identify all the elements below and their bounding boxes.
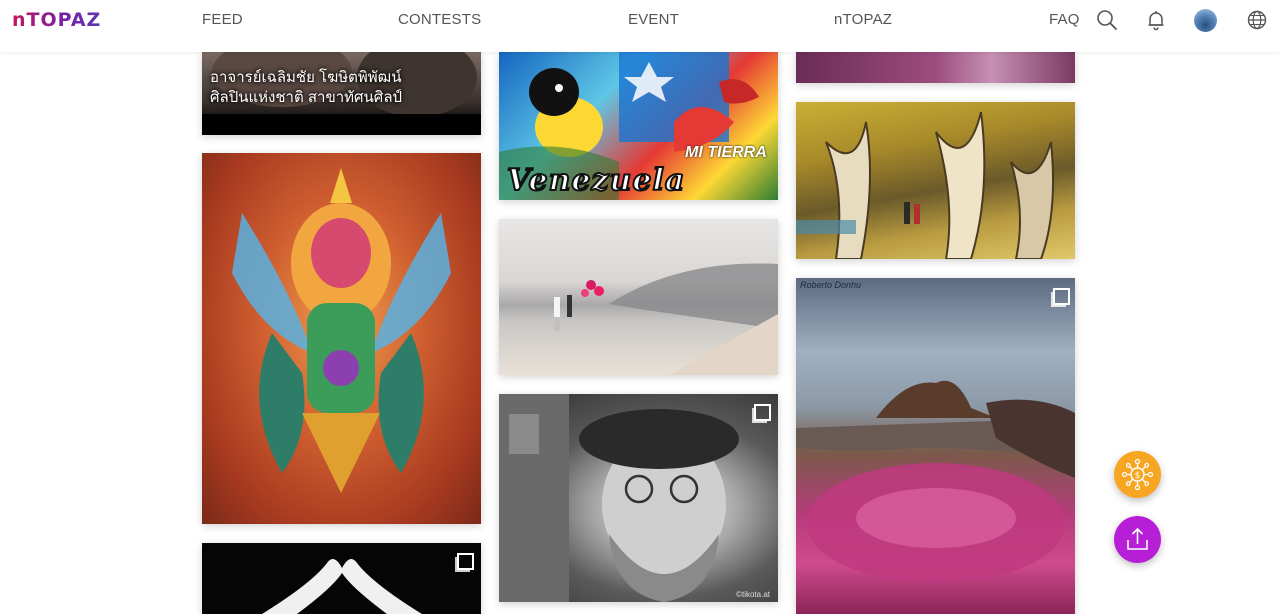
- trees-painting-image: [796, 111, 1055, 259]
- garuda-image: [232, 168, 451, 493]
- venezuela-text: Venezuela: [506, 162, 686, 199]
- bw-portrait-image: [499, 394, 739, 602]
- svg-text:$: $: [1135, 471, 1141, 481]
- feed-card-beach-couple[interactable]: [499, 219, 778, 375]
- nav-faq[interactable]: FAQ: [1049, 11, 1080, 28]
- upload-button[interactable]: [1114, 516, 1161, 563]
- nav-contests[interactable]: CONTESTS: [398, 11, 481, 28]
- multiple-images-icon: [754, 404, 771, 421]
- feed-card-purple-art[interactable]: [796, 52, 1075, 83]
- upload-icon: [1127, 528, 1148, 550]
- top-navigation-bar: nTOPAZ FEED CONTESTS EVENT nTOPAZ FAQ: [0, 0, 1280, 52]
- nav-ntopaz[interactable]: nTOPAZ: [834, 11, 892, 28]
- bell-icon[interactable]: [1144, 8, 1168, 32]
- globe-icon[interactable]: [1245, 8, 1269, 32]
- ntopaz-logo[interactable]: nTOPAZ: [12, 9, 101, 31]
- feed-card-trees-painting[interactable]: [796, 102, 1075, 259]
- feed-card-garuda-painting[interactable]: [202, 153, 481, 524]
- network-dollar-icon: $: [1121, 458, 1154, 491]
- multiple-images-icon: [457, 553, 474, 570]
- photo-credit: ©tikota.at: [736, 590, 770, 599]
- nav-feed[interactable]: FEED: [202, 11, 243, 28]
- sell-network-button[interactable]: $: [1114, 451, 1161, 498]
- hands-heart-image: [262, 559, 422, 614]
- caption-line-2: ศิลปินแห่งชาติ สาขาทัศนศิลป์: [210, 89, 403, 106]
- caption-line-1: อาจารย์เฉลิมชัย โฆษิตพิพัฒน์: [210, 69, 402, 86]
- feed-card-hands-heart[interactable]: [202, 543, 481, 614]
- feed-card-venezuela[interactable]: MI TIERRA Venezuela: [499, 52, 778, 200]
- beach-couple-image: [554, 263, 778, 375]
- feed-card-portrait-thai-artist[interactable]: อาจารย์เฉลิมชัย โฆษิตพิพัฒน์ ศิลปินแห่งช…: [202, 52, 481, 135]
- nav-event[interactable]: EVENT: [628, 11, 679, 28]
- feed-card-rocky-coast[interactable]: Roberto Donhu: [796, 278, 1075, 614]
- feed-card-bw-portrait[interactable]: ©tikota.at: [499, 394, 778, 602]
- search-icon[interactable]: [1095, 8, 1119, 32]
- mi-tierra-text: MI TIERRA: [685, 144, 767, 161]
- multiple-images-icon: [1053, 288, 1070, 305]
- artist-signature: Roberto Donhu: [800, 280, 862, 290]
- rocky-coast-image: [796, 380, 1075, 583]
- user-avatar[interactable]: [1194, 9, 1217, 32]
